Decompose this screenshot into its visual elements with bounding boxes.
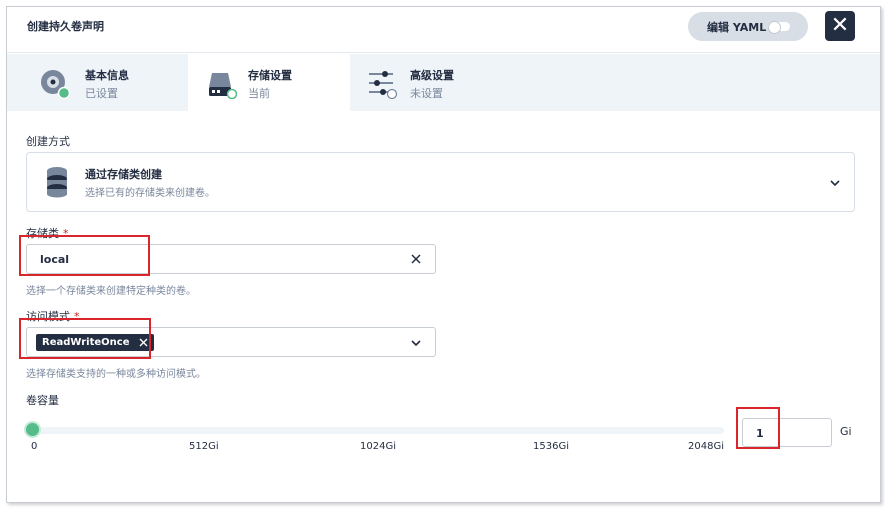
step-status: 已设置 (85, 87, 118, 100)
step-title: 存储设置 (248, 69, 292, 82)
clear-icon[interactable] (411, 254, 421, 264)
capacity-unit: Gi (840, 425, 852, 438)
creation-method-description: 选择已有的存储类来创建卷。 (85, 188, 215, 199)
step-title: 基本信息 (85, 69, 129, 82)
toggle-switch-icon (768, 21, 790, 34)
tab-basic-info[interactable]: 基本信息 已设置 (7, 54, 169, 111)
close-icon: ✕ (830, 13, 850, 38)
creation-method-title: 通过存储类创建 (85, 168, 162, 181)
step-tabs: 基本信息 已设置 存储设置 当前 高级设置 未设置 (7, 54, 880, 111)
tab-advanced-settings[interactable]: 高级设置 未设置 (350, 54, 512, 111)
capacity-label: 卷容量 (26, 394, 59, 407)
slider-tick: 512Gi (189, 441, 219, 452)
disc-icon (41, 70, 70, 99)
slider-tick: 1024Gi (360, 441, 396, 452)
capacity-slider-handle[interactable] (24, 421, 41, 438)
access-mode-hint: 选择存储类支持的一种或多种访问模式。 (26, 369, 206, 380)
step-status: 当前 (248, 87, 270, 100)
hard-drive-icon (209, 73, 237, 99)
dialog-header: 创建持久卷声明 编辑 YAML ✕ (7, 7, 880, 53)
chevron-down-icon (411, 340, 421, 347)
close-button[interactable]: ✕ (825, 11, 855, 41)
tab-storage-settings[interactable]: 存储设置 当前 (188, 54, 350, 111)
creation-method-select[interactable]: 通过存储类创建 选择已有的存储类来创建卷。 (26, 152, 855, 212)
database-icon (47, 167, 67, 198)
creation-method-label: 创建方式 (26, 135, 70, 148)
chevron-down-icon (830, 180, 840, 187)
capacity-slider-track[interactable] (30, 427, 724, 434)
sliders-icon (369, 71, 397, 99)
edit-yaml-toggle[interactable]: 编辑 YAML (688, 12, 808, 41)
edit-yaml-label: 编辑 YAML (707, 20, 767, 34)
slider-tick: 0 (31, 441, 38, 452)
slider-tick: 1536Gi (533, 441, 569, 452)
storage-class-hint: 选择一个存储类来创建特定种类的卷。 (26, 286, 196, 297)
annotation-box-storage-class (19, 235, 150, 276)
step-title: 高级设置 (410, 69, 454, 82)
dialog-title: 创建持久卷声明 (27, 20, 104, 33)
annotation-box-capacity (736, 407, 780, 449)
slider-tick: 2048Gi (688, 441, 724, 452)
annotation-box-access-mode (19, 318, 151, 359)
step-status: 未设置 (410, 87, 443, 100)
